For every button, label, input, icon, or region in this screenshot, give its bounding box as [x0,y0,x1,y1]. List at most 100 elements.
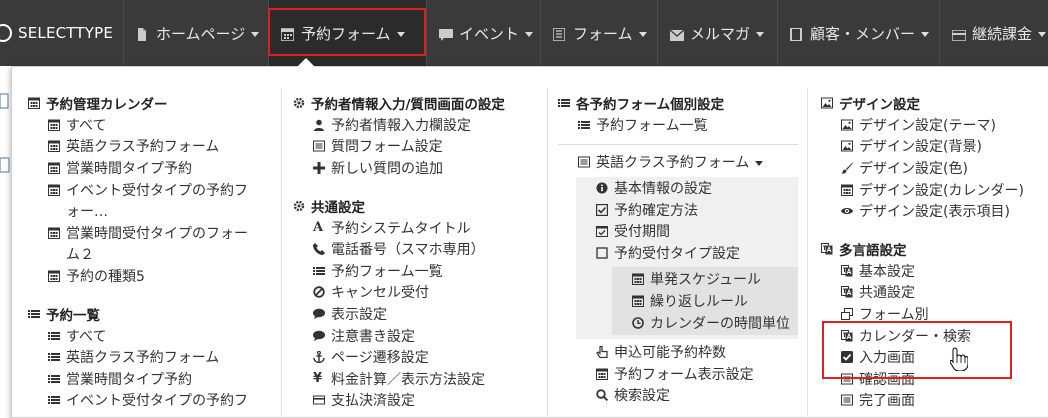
list-icon [48,394,60,406]
form-submenu-panel: 基本情報の設定 予約確定方法 受付期間 予約受付タイプ設定 単発スケジュール 繰… [576,177,798,340]
menu-item[interactable]: 基本設定 [841,260,1046,282]
menu-item[interactable]: ¥ 料金計算／表示方法設定 [313,368,543,390]
menu-item-continuation[interactable]: ム２ [48,244,278,266]
check-square-icon [596,203,608,216]
section-design-settings[interactable]: デザイン設定 [821,92,1046,114]
menu-item[interactable]: 受付期間 [596,220,798,242]
section-reservation-list[interactable]: 予約一覧 [28,303,278,325]
calendar-icon [48,162,60,174]
menu-item-continuation[interactable]: ォー… [48,200,278,222]
section-individual-form[interactable]: 各予約フォーム個別設定 [558,92,803,114]
menu-item[interactable]: 完了画面 [841,390,1046,412]
menu-item[interactable]: A 予約システムタイトル [313,217,543,239]
menu-item[interactable]: デザイン設定(表示項目) [841,200,1046,222]
menu-item[interactable]: 単発スケジュール [632,269,798,291]
column-individual-form-settings: 各予約フォーム個別設定 予約フォーム一覧 英語クラス予約フォーム 基本情報の設定… [558,92,803,406]
nav-customer-member[interactable]: 顧客・メンバー [777,0,939,66]
menu-item[interactable]: デザイン設定(テーマ) [841,114,1046,136]
nav-event-label: イベント [459,24,520,43]
menu-item[interactable]: イベント受付タイプの予約フ [48,179,278,201]
calendar-check-icon [596,225,608,238]
menu-item[interactable]: 予約者情報入力欄設定 [313,114,543,136]
menu-item[interactable]: ページ遷移設定 [313,346,543,368]
menu-item[interactable]: 表示設定 [313,303,543,325]
calendar-icon [48,270,60,282]
form-select-dropdown[interactable]: 英語クラス予約フォーム [578,152,803,174]
envelope-icon [669,27,685,41]
brand-name: SELECTTYPE [18,24,114,42]
gear-icon [293,97,305,109]
calendar-icon [632,273,644,286]
list-icon [48,373,60,385]
menu-item[interactable]: 英語クラス予約フォーム [48,136,278,158]
calendar-icon [48,184,60,196]
section-common-settings[interactable]: 共通設定 [293,195,543,217]
menu-item[interactable]: デザイン設定(背景) [841,136,1046,158]
section-user-info[interactable]: 予約者情報入力/質問画面の設定 [293,92,543,114]
menu-item[interactable]: カレンダーの時間単位 [632,312,798,334]
menu-item[interactable]: キャンセル受付 [313,282,543,304]
nav-mail-magazine[interactable]: メルマガ [657,0,777,66]
column-divider [281,88,282,418]
anchor-icon [313,351,325,364]
menu-item[interactable]: 支払決済設定 [313,390,543,412]
chevron-down-icon [525,31,534,37]
font-icon: A [313,219,324,235]
nav-form[interactable]: フォーム [540,0,657,66]
chevron-down-icon [251,31,260,37]
gear-icon [293,200,305,212]
comment-icon [439,27,453,41]
menu-item[interactable]: 質問フォーム設定 [313,136,543,158]
menu-item[interactable]: 検索設定 [596,385,803,407]
ban-icon [313,286,325,299]
logo-mark-icon [0,24,12,42]
section-multilingual-settings[interactable]: 多言語設定 [821,238,1046,260]
nav-customer-member-label: 顧客・メンバー [810,24,916,43]
phone-icon [313,243,325,256]
menu-item[interactable]: すべて [48,114,278,136]
menu-item-form-list[interactable]: 予約フォーム一覧 [578,114,803,136]
nav-homepage[interactable]: ホームページ [123,0,268,66]
nav-subscription[interactable]: 継続課金 [939,0,1048,66]
nav-homepage-label: ホームページ [156,24,246,43]
menu-item[interactable]: イベント受付タイプの予約フ [48,390,278,412]
menu-item[interactable]: デザイン設定(色) [841,157,1046,179]
brush-icon [841,162,853,174]
list-icon [578,119,590,131]
book-icon [790,27,802,41]
menu-item[interactable]: 申込可能予約枠数 [596,341,803,363]
column-divider [807,88,808,418]
menu-item[interactable]: 電話番号（スマホ専用） [313,238,543,260]
nav-form-label: フォーム [573,24,633,43]
menu-item[interactable]: 営業時間タイプ予約 [48,368,278,390]
comment-icon [313,308,325,320]
menu-item[interactable]: デザイン設定(カレンダー) [841,179,1046,201]
list-icon [48,351,60,363]
menu-item[interactable]: 営業時間タイプ予約 [48,157,278,179]
reception-type-subpanel: 単発スケジュール 繰り返しルール カレンダーの時間単位 [612,266,798,336]
top-navbar: SELECTTYPE ホームページ 予約フォーム イベント フォーム メルマガ [0,0,1048,66]
calendar-icon [841,184,853,196]
calendar-icon [48,227,60,239]
menu-item[interactable]: 繰り返しルール [632,290,798,312]
menu-item[interactable]: 予約フォーム一覧 [313,260,543,282]
menu-item[interactable]: すべて [48,325,278,347]
window-restore-icon [841,307,853,320]
picture-icon [841,140,853,152]
column-divider [547,88,548,418]
menu-item[interactable]: 予約受付タイプ設定 [596,242,798,264]
menu-item[interactable]: 予約の種類5 [48,265,278,287]
menu-item[interactable]: 予約フォーム表示設定 [596,363,803,385]
calendar-icon [632,295,644,307]
nav-event[interactable]: イベント [426,0,540,66]
menu-item[interactable]: 予約確定方法 [596,199,798,221]
brand-logo[interactable]: SELECTTYPE [0,0,122,66]
section-reservation-calendar[interactable]: 予約管理カレンダー [28,92,278,114]
menu-item[interactable]: 共通設定 [841,282,1046,304]
menu-item[interactable]: 新しい質問の追加 [313,157,543,179]
menu-item[interactable]: 注意書き設定 [313,325,543,347]
menu-item[interactable]: 営業時間受付タイプのフォー [48,222,278,244]
menu-item[interactable]: 英語クラス予約フォーム [48,346,278,368]
menu-item[interactable]: 基本情報の設定 [596,177,798,199]
hand-cursor-icon [949,347,969,375]
